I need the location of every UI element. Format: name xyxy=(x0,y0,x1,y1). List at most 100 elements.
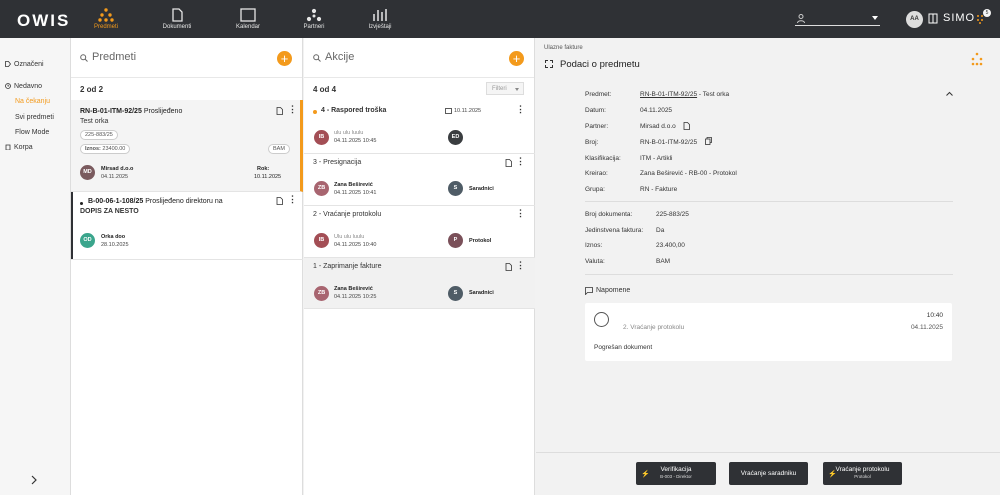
avatar: ED xyxy=(448,130,463,145)
filter-dropdown[interactable]: Filteri xyxy=(486,82,524,95)
search-icon[interactable] xyxy=(313,54,321,62)
predmet-subtitle: DOPIS ZA NESTO xyxy=(80,208,139,215)
trash-icon xyxy=(5,144,11,151)
group-name: Saradnici xyxy=(469,186,494,192)
avatar: S xyxy=(448,181,463,196)
nav-predmeti-label: Predmeti xyxy=(93,24,118,30)
nav-predmeti[interactable]: Predmeti xyxy=(76,0,136,38)
currency-tag: BAM xyxy=(268,144,290,154)
field-value: RN-B-01-ITM-92/25 xyxy=(640,139,698,146)
document-icon[interactable] xyxy=(505,263,512,271)
field-value: Da xyxy=(656,227,665,234)
predmet-id: B-00-06-1-108/25 Proslijeđeno direktoru … xyxy=(88,198,223,205)
more-icon[interactable]: ⋮ xyxy=(516,208,525,219)
predmet-link[interactable]: RN-B-01-ITM-92/25 xyxy=(640,91,697,98)
more-icon[interactable]: ⋮ xyxy=(288,104,297,115)
chevron-right-icon[interactable] xyxy=(30,475,38,485)
filter-label: Filteri xyxy=(492,86,507,92)
notes-title: Napomene xyxy=(596,287,631,294)
avatar: IB xyxy=(314,233,329,248)
document-icon[interactable] xyxy=(505,159,512,167)
field-label: Broj dokumenta: xyxy=(585,211,633,218)
user-name[interactable]: SIMO xyxy=(943,12,975,24)
page-title: Podaci o predmetu xyxy=(560,59,640,70)
sidebar-item-flow-mode[interactable]: Flow Mode xyxy=(15,129,49,136)
predmet-date: 28.10.2025 xyxy=(101,242,129,248)
search-icon[interactable] xyxy=(80,54,88,62)
document-icon xyxy=(172,8,183,22)
field-label: Klasifikacija: xyxy=(585,155,621,162)
card-accent-bar xyxy=(71,192,73,259)
sidebar-item-nedavno[interactable]: Nedavno xyxy=(5,83,42,90)
nav-partneri[interactable]: Partneri xyxy=(284,0,344,38)
top-bar: OWIS Predmeti Dokumenti Kalendar Partner… xyxy=(0,0,1000,38)
chevron-down-icon[interactable] xyxy=(872,16,878,20)
document-number-tag: 225-883/25 xyxy=(80,130,118,140)
more-icon[interactable]: ⋮ xyxy=(516,104,525,115)
predmet-card[interactable]: B-00-06-1-108/25 Proslijeđeno direktoru … xyxy=(71,192,303,260)
sidebar-item-na-cekanju[interactable]: Na čekanju xyxy=(15,98,50,105)
predmet-value: RN-B-01-ITM-92/25 - Test orka xyxy=(640,91,729,98)
predmet-card[interactable]: RN-B-01-ITM-92/25 Proslijeđeno Test orka… xyxy=(71,100,303,192)
avatar xyxy=(594,312,609,327)
nav-kalendar[interactable]: Kalendar xyxy=(218,0,278,38)
sidebar-item-svi-predmeti[interactable]: Svi predmeti xyxy=(15,114,54,121)
predmeti-count: 2 od 2 xyxy=(80,85,104,94)
document-icon[interactable] xyxy=(683,122,690,130)
user-avatar[interactable]: AA xyxy=(906,11,923,28)
add-akcija-button[interactable]: + xyxy=(509,51,524,66)
akcija-card[interactable]: 4 - Raspored troška 10.11.2025 ⋮ IB ulu … xyxy=(304,100,535,154)
sidebar-item-oznaceni[interactable]: Označeni xyxy=(5,61,44,68)
avatar: P xyxy=(448,233,463,248)
sidebar-item-korpa[interactable]: Korpa xyxy=(5,144,33,151)
akcija-card[interactable]: 1 - Zaprimanje fakture ⋮ ZB Zana Beširev… xyxy=(304,258,535,309)
divider xyxy=(585,201,953,202)
user-name: Zana Beširević xyxy=(334,182,373,188)
field-label: Broj: xyxy=(585,139,599,146)
note-date: 04.11.2025 xyxy=(910,324,943,331)
field-label: Datum: xyxy=(585,107,606,114)
document-icon[interactable] xyxy=(276,107,283,115)
chevron-up-icon[interactable] xyxy=(946,91,953,96)
verifikacija-button[interactable]: ⚡ Verifikacija B-003 - Direktor xyxy=(636,462,716,485)
calendar-icon xyxy=(240,8,256,22)
nav-izvjestaji[interactable]: Izvještaji xyxy=(350,0,410,38)
bolt-icon: ⚡ xyxy=(641,471,650,478)
field-label: Grupa: xyxy=(585,186,605,193)
predmeti-header: Predmeti + xyxy=(71,38,302,78)
user-name: Ulu ulu luulu xyxy=(334,234,365,240)
add-predmet-button[interactable]: + xyxy=(277,51,292,66)
document-icon[interactable] xyxy=(276,197,283,205)
field-value: 04.11.2025 xyxy=(640,107,673,114)
fullscreen-icon[interactable] xyxy=(545,60,553,68)
field-value: RN - Fakture xyxy=(640,186,678,193)
nav-dokumenti[interactable]: Dokumenti xyxy=(147,0,207,38)
clock-icon xyxy=(5,83,11,89)
more-icon[interactable]: ⋮ xyxy=(288,194,297,205)
book-icon[interactable] xyxy=(928,13,938,24)
sidebar-label: Nedavno xyxy=(14,83,43,90)
more-icon[interactable]: ⋮ xyxy=(516,260,525,271)
user-name: Zana Beširević xyxy=(334,286,373,292)
chevron-down-icon xyxy=(515,88,519,91)
global-search-input[interactable] xyxy=(795,12,880,26)
rok-date: 10.11.2025 xyxy=(254,174,282,180)
akcija-title: 3 - Presignacija xyxy=(313,159,362,166)
sidebar-label: Korpa xyxy=(14,144,33,151)
akcija-card[interactable]: 3 - Presignacija ⋮ ZB Zana Beširević 04.… xyxy=(304,154,535,206)
calendar-icon xyxy=(445,108,452,114)
vracanje-saradniku-button[interactable]: Vraćanje saradniku xyxy=(729,462,808,485)
more-icon[interactable]: ⋮ xyxy=(516,156,525,167)
field-value: 225-883/25 xyxy=(656,211,689,218)
akcija-date: 10.11.2025 xyxy=(454,108,482,114)
avatar: IB xyxy=(314,130,329,145)
vracanje-protokolu-button[interactable]: ⚡ Vraćanje protokolu Protokol xyxy=(823,462,902,485)
predmet-status: Proslijeđeno direktoru na xyxy=(145,198,223,205)
dots-grid-icon[interactable] xyxy=(971,52,983,66)
copy-icon[interactable] xyxy=(705,137,712,145)
group-name: Protokol xyxy=(469,238,492,244)
akcija-card[interactable]: 2 - Vraćanje protokolu ⋮ IB Ulu ulu luul… xyxy=(304,206,535,258)
predmet-rest: - Test orka xyxy=(697,91,730,98)
field-value: 23.400,00 xyxy=(656,242,685,249)
field-label: Valuta: xyxy=(585,258,605,265)
